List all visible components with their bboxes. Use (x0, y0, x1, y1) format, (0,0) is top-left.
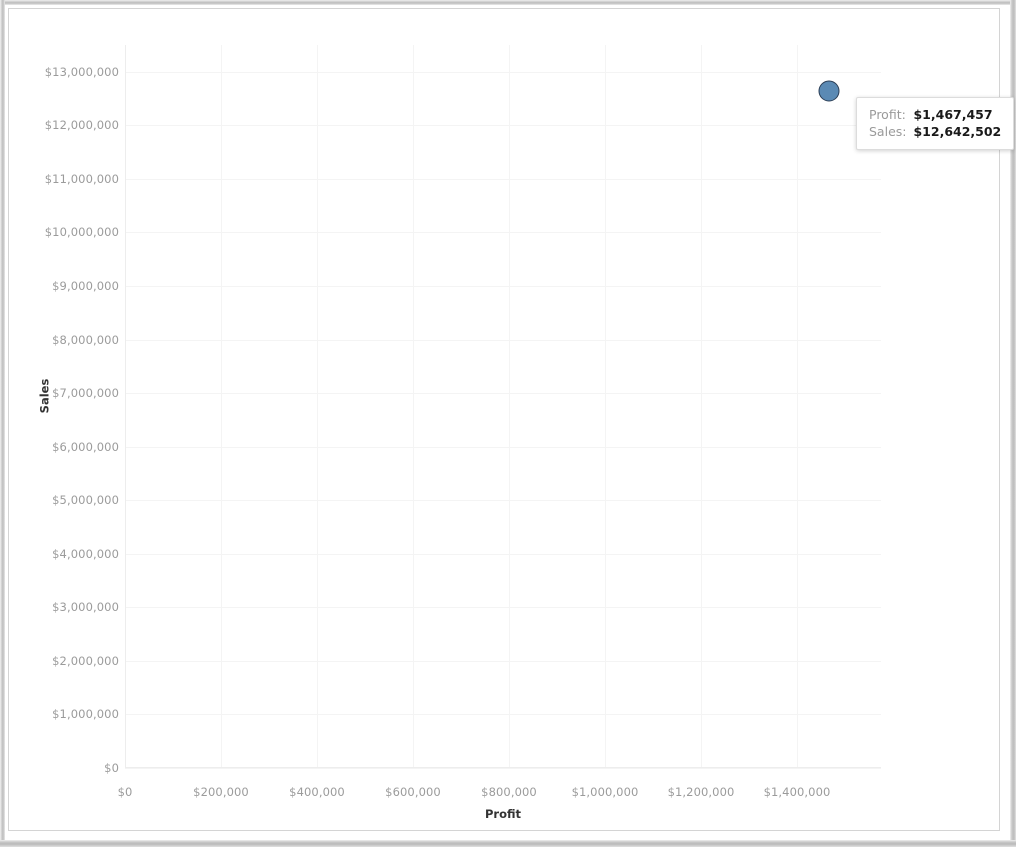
gridline-vertical (797, 45, 798, 768)
application-window: $0 $1,000,000 $2,000,000 $3,000,000 $4,000,0… (0, 0, 1016, 847)
plot-area[interactable] (125, 45, 881, 769)
y-axis-tick-label: $5,000,000 (52, 493, 119, 508)
tooltip-row: Profit: $1,467,457 (869, 106, 1001, 123)
gridline-horizontal (125, 286, 881, 287)
y-axis-tick-label: $4,000,000 (52, 546, 119, 561)
tooltip-label: Profit: (869, 107, 906, 122)
x-axis-tick-label: $1,200,000 (667, 785, 735, 799)
tooltip-value: $1,467,457 (913, 107, 993, 122)
data-point-tooltip: Profit: $1,467,457 Sales: $12,642,502 (856, 97, 1015, 150)
tooltip-rows: Profit: $1,467,457 Sales: $12,642,502 (869, 106, 1001, 140)
x-axis-tick-label: $400,000 (289, 785, 345, 799)
x-axis-tick-label: $1,400,000 (763, 785, 831, 799)
gridline-vertical (509, 45, 510, 768)
gridline-horizontal (125, 500, 881, 502)
x-axis-line (125, 767, 881, 768)
gridline-horizontal (125, 178, 881, 180)
y-axis-tick-label: $9,000,000 (52, 279, 119, 293)
y-axis-tick-label: $11,000,000 (44, 171, 119, 186)
y-axis-line (125, 45, 126, 768)
gridline-horizontal (125, 71, 881, 73)
gridline-horizontal (125, 553, 881, 555)
gridline-vertical (413, 45, 414, 768)
window-frame-left (0, 0, 5, 847)
y-axis-tick-label: $3,000,000 (52, 600, 119, 615)
gridline-vertical (701, 45, 702, 768)
x-axis-tick-labels: $0 $200,000 $400,000 $600,000 $800,000 $1,000… (118, 785, 881, 805)
x-axis-tick-label: $800,000 (481, 785, 537, 799)
visualization-panel: $0 $1,000,000 $2,000,000 $3,000,000 $4,000,0… (8, 8, 1015, 832)
gridline-vertical (317, 45, 318, 768)
scatter-data-point[interactable] (818, 80, 840, 102)
y-axis-tick-labels: $0 $1,000,000 $2,000,000 $3,000,000 $4,000,0… (9, 45, 119, 775)
y-axis-tick-label: $6,000,000 (52, 439, 119, 454)
gridline-horizontal (125, 607, 881, 609)
gridline-horizontal (125, 660, 881, 662)
gridline-horizontal (125, 393, 881, 395)
gridline-vertical (221, 45, 222, 768)
y-axis-tick-label: $10,000,000 (44, 225, 119, 240)
y-axis-title: Sales (37, 378, 52, 414)
gridline-horizontal (125, 446, 881, 448)
y-axis-tick-label: $2,000,000 (52, 653, 119, 668)
y-axis-tick-label: $13,000,000 (44, 64, 119, 79)
window-frame-bottom (0, 840, 1016, 847)
x-axis-tick-label: $0 (117, 785, 133, 799)
gridline-vertical (605, 45, 606, 768)
y-axis-tick-label: $12,000,000 (44, 118, 119, 133)
x-axis-tick-label: $1,000,000 (571, 785, 639, 799)
gridline-horizontal (125, 232, 881, 234)
tooltip-label: Sales: (869, 124, 907, 139)
x-axis-tick-label: $600,000 (385, 785, 441, 799)
y-axis-tick-label: $8,000,000 (52, 332, 119, 347)
tooltip-row: Sales: $12,642,502 (869, 123, 1001, 140)
scatter-chart: $0 $1,000,000 $2,000,000 $3,000,000 $4,000,0… (9, 9, 1015, 832)
y-axis-tick-label: $0 (104, 761, 119, 775)
window-frame-top (0, 0, 1016, 5)
tooltip-value: $12,642,502 (913, 124, 1002, 139)
y-axis-tick-label: $7,000,000 (52, 386, 119, 401)
gridline-horizontal (125, 339, 881, 341)
x-axis-tick-label: $200,000 (193, 785, 249, 799)
x-axis-title: Profit (484, 807, 522, 821)
y-axis-tick-label: $1,000,000 (52, 707, 119, 722)
gridline-horizontal (125, 125, 881, 127)
gridline-horizontal (125, 768, 881, 769)
gridline-horizontal (125, 714, 881, 716)
